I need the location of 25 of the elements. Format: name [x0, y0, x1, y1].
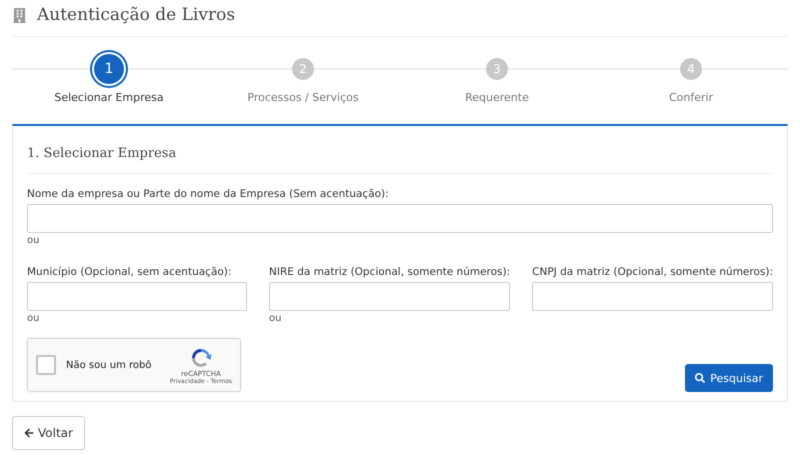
captcha-label: Não sou um robô: [66, 360, 152, 370]
note-text: ou: [27, 313, 40, 326]
input-field[interactable]: [27, 282, 248, 311]
arrow-left-icon: [24, 428, 34, 438]
search-icon: [695, 373, 706, 383]
field-label: CNPJ da matriz (Opcional, somente números):: [532, 266, 773, 278]
step-label: Processos / Serviços: [247, 91, 359, 104]
note-text: ou: [27, 235, 40, 248]
step-label: Selecionar Empresa: [54, 91, 164, 104]
field-label: Nome da empresa ou Parte do nome da Empresa (Sem acentuação):: [27, 188, 390, 200]
step-label: Requerente: [465, 91, 529, 104]
field-label: Município (Opcional, sem acentuação):: [27, 266, 232, 278]
back-button[interactable]: Voltar: [12, 416, 85, 450]
field-label: NIRE da matriz (Opcional, somente números):: [269, 266, 510, 278]
input-field[interactable]: [27, 204, 773, 233]
building-icon: [12, 8, 27, 22]
panel-title: 1. Selecionar Empresa: [27, 146, 773, 174]
step-number[interactable]: 1: [94, 54, 124, 84]
input-field[interactable]: [532, 282, 773, 311]
input-field[interactable]: [269, 282, 510, 311]
note-text: ou: [269, 313, 283, 326]
captcha-checkbox[interactable]: [36, 355, 56, 375]
page-title: Autenticação de Livros: [37, 5, 236, 25]
search-button[interactable]: Pesquisar: [685, 364, 773, 392]
step-label: Conferir: [668, 91, 714, 104]
